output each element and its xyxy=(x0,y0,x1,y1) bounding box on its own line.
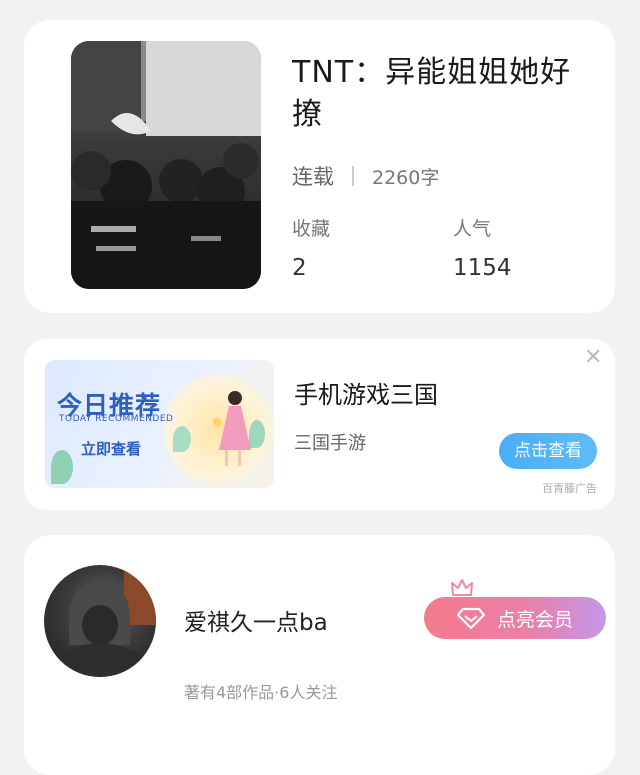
book-info-card: TNT：异能姐姐她好撩 连载 2260字 收藏 2 人气 1154 xyxy=(24,20,615,313)
favorites-label: 收藏 xyxy=(292,218,331,240)
ad-view-button[interactable]: 点击查看 xyxy=(499,433,597,469)
ad-title[interactable]: 手机游戏三国 xyxy=(294,375,438,410)
banner-leaf-decoration xyxy=(51,450,73,484)
activate-vip-button[interactable]: 点亮会员 xyxy=(424,597,606,639)
popularity-stat: 人气 1154 xyxy=(453,214,512,281)
author-stats: 著有4部作品·6人关注 xyxy=(184,683,338,702)
ad-card[interactable]: 今日推荐 TODAY RECOMMENDED 立即查看 手机游戏三国 三国手游 … xyxy=(24,339,615,510)
banner-subtitle: TODAY RECOMMENDED xyxy=(59,414,174,424)
ad-subtitle: 三国手游 xyxy=(294,433,366,454)
banner-cta: 立即查看 xyxy=(81,440,142,458)
avatar[interactable] xyxy=(44,565,156,677)
popularity-value: 1154 xyxy=(453,255,512,281)
close-icon[interactable]: ✕ xyxy=(584,347,602,369)
book-title: TNT：异能姐姐她好撩 xyxy=(292,55,572,132)
crown-icon xyxy=(451,579,473,596)
favorites-value: 2 xyxy=(292,255,307,281)
book-status: 连载 xyxy=(292,165,334,189)
meta-divider xyxy=(352,166,354,186)
vip-button-label: 点亮会员 xyxy=(496,608,573,631)
ad-source-label: 百青藤广告 xyxy=(542,482,597,495)
book-cover-image[interactable] xyxy=(71,41,261,289)
diamond-icon xyxy=(456,607,485,630)
avatar-photo-illustration xyxy=(44,565,156,677)
author-card: 爱祺久一点ba 著有4部作品·6人关注 点亮会员 xyxy=(24,535,615,775)
banner-leaf-decoration xyxy=(173,426,191,452)
ad-banner-image[interactable]: 今日推荐 TODAY RECOMMENDED 立即查看 xyxy=(45,360,274,488)
book-word-count: 2260字 xyxy=(372,166,440,189)
popularity-label: 人气 xyxy=(453,218,492,240)
book-meta: 连载 2260字 xyxy=(292,161,439,191)
favorites-stat: 收藏 2 xyxy=(292,214,330,281)
banner-girl-illustration xyxy=(213,391,251,466)
author-name[interactable]: 爱祺久一点ba xyxy=(184,603,328,637)
cover-photo-illustration xyxy=(71,41,261,289)
